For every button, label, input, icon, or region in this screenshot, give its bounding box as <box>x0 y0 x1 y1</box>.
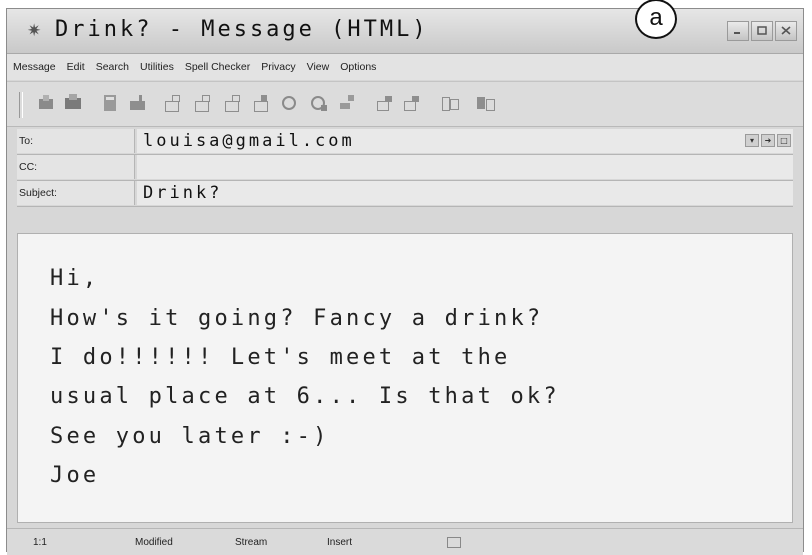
body-line: Joe <box>50 463 100 488</box>
menu-bar: Message Edit Search Utilities Spell Chec… <box>7 54 803 80</box>
minimize-button[interactable] <box>727 21 749 41</box>
menu-view[interactable]: View <box>307 61 330 73</box>
body-line: See you later :-) <box>50 424 330 449</box>
cc-label: CC: <box>17 155 135 179</box>
status-position: 1:1 <box>33 537 47 548</box>
message-headers: To: louisa@gmail.com ▾ ➜ □ CC: Subject: … <box>17 129 793 207</box>
to-label: To: <box>17 129 135 153</box>
body-line: I do!!!!!! Let's meet at the <box>50 345 511 370</box>
body-line: How's it going? Fancy a drink? <box>50 306 544 331</box>
spell-icon[interactable] <box>251 93 271 113</box>
format-icon[interactable] <box>440 93 460 113</box>
to-field[interactable]: louisa@gmail.com <box>137 129 793 153</box>
body-line: Hi, <box>50 266 100 291</box>
status-bar: 1:1 Modified Stream Insert <box>7 528 803 555</box>
app-icon: ✷ <box>27 21 42 41</box>
attach-icon[interactable] <box>128 93 148 113</box>
reply-icon[interactable] <box>375 93 395 113</box>
message-window: ✷ Drink? - Message (HTML) a Message Edit… <box>6 0 804 555</box>
toolbar-grip[interactable] <box>19 92 23 118</box>
title-bar[interactable]: ✷ Drink? - Message (HTML) a <box>7 0 803 54</box>
check-names-icon[interactable] <box>222 93 242 113</box>
priority-icon[interactable] <box>192 93 212 113</box>
to-row: To: louisa@gmail.com ▾ ➜ □ <box>17 129 793 155</box>
menu-search[interactable]: Search <box>96 61 129 73</box>
status-insert: Insert <box>327 537 353 548</box>
menu-spell-checker[interactable]: Spell Checker <box>185 61 250 73</box>
menu-edit[interactable]: Edit <box>67 61 85 73</box>
menu-message[interactable]: Message <box>13 61 56 73</box>
encrypt-icon[interactable] <box>280 93 300 113</box>
toolbar <box>7 81 803 127</box>
menu-privacy[interactable]: Privacy <box>261 61 295 73</box>
close-button[interactable] <box>775 21 797 41</box>
subject-label: Subject: <box>17 181 135 205</box>
delete-icon[interactable] <box>475 93 495 113</box>
menu-options[interactable]: Options <box>340 61 376 73</box>
options-icon[interactable] <box>338 93 358 113</box>
close-icon <box>781 26 791 35</box>
save-icon[interactable] <box>101 93 121 113</box>
sign-icon[interactable] <box>309 93 329 113</box>
cc-row: CC: <box>17 155 793 181</box>
address-book-icon[interactable]: □ <box>777 134 791 147</box>
status-indicator-icon <box>447 537 461 548</box>
send-icon[interactable] <box>37 93 57 113</box>
maximize-icon <box>757 26 767 35</box>
send-later-icon[interactable] <box>64 93 84 113</box>
maximize-button[interactable] <box>751 21 773 41</box>
chevron-down-icon[interactable]: ▾ <box>745 134 759 147</box>
status-stream: Stream <box>235 537 268 548</box>
menu-utilities[interactable]: Utilities <box>140 61 174 73</box>
address-icon[interactable] <box>162 93 182 113</box>
body-line: usual place at 6... Is that ok? <box>50 384 560 409</box>
minimize-icon <box>734 32 740 34</box>
subject-field[interactable]: Drink? <box>137 181 793 205</box>
forward-icon[interactable] <box>402 93 422 113</box>
annotation-label: a <box>635 0 677 39</box>
cc-field[interactable] <box>137 155 793 179</box>
message-body[interactable]: Hi, How's it going? Fancy a drink? I do!… <box>17 233 793 523</box>
subject-row: Subject: Drink? <box>17 181 793 207</box>
window-title: Drink? - Message (HTML) <box>55 17 429 42</box>
status-modified: Modified <box>135 537 173 548</box>
arrow-right-icon[interactable]: ➜ <box>761 134 775 147</box>
